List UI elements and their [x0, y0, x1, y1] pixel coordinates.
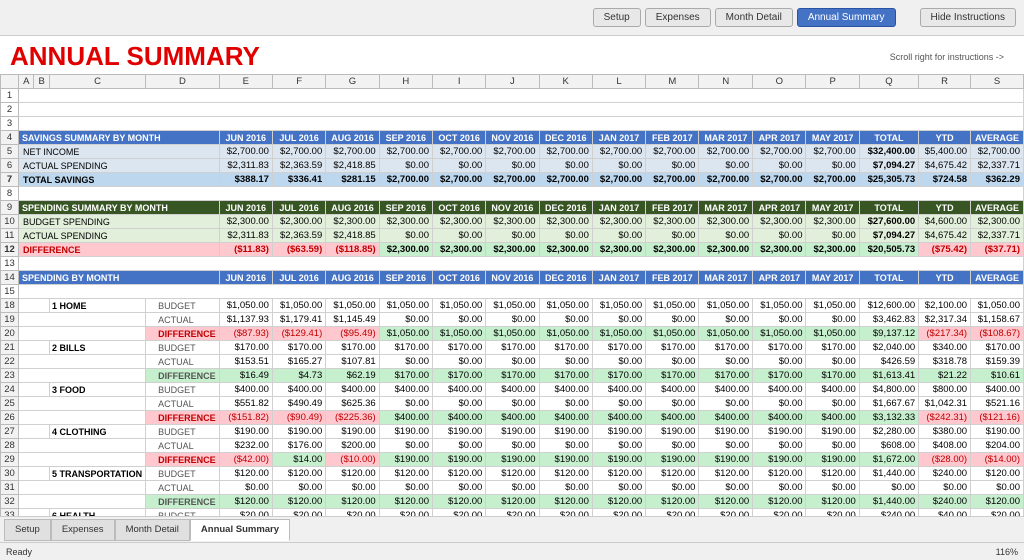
annual-summary-button[interactable]: Annual Summary [797, 8, 896, 27]
col-n: N [699, 75, 753, 89]
col-header-row: A B C D E F G H I J K L M N O P Q R S [1, 75, 1024, 89]
col-c: C [49, 75, 145, 89]
col-j: J [486, 75, 539, 89]
col-rownum [1, 75, 19, 89]
food-actual-row: 25 ACTUAL $551.82 $490.49 $625.36 $0.00 … [1, 397, 1024, 411]
bills-diff-row: 23 DIFFERENCE $16.49 $4.73 $62.19 $170.0… [1, 369, 1024, 383]
col-k: K [539, 75, 592, 89]
page-title: ANNUAL SUMMARY [10, 41, 260, 72]
col-m: M [646, 75, 699, 89]
col-f: F [272, 75, 325, 89]
row-15: 15 [1, 285, 1024, 299]
bills-budget-row: 21 2 BILLS BUDGET $170.00 $170.00 $170.0… [1, 341, 1024, 355]
row-3: 3 [1, 117, 1024, 131]
col-l: L [592, 75, 645, 89]
zoom-level: 116% [996, 547, 1018, 557]
col-a: A [19, 75, 34, 89]
spending-summary-section-header: SPENDING SUMMARY BY MONTH [19, 201, 220, 215]
tab-month-detail[interactable]: Month Detail [115, 519, 190, 541]
setup-button[interactable]: Setup [593, 8, 641, 27]
home-budget-row: 18 1 HOME BUDGET $1,050.00 $1,050.00 $1,… [1, 299, 1024, 313]
col-b: B [34, 75, 49, 89]
tab-setup[interactable]: Setup [4, 519, 51, 541]
spending-difference-row: 12 DIFFERENCE ($11.83) ($63.59) ($118.85… [1, 243, 1024, 257]
row-1: 1 [1, 89, 1024, 103]
row-8: 8 [1, 187, 1024, 201]
net-income-row: 5 NET INCOME $2,700.00 $2,700.00 $2,700.… [1, 145, 1024, 159]
spending-detail-header-row: 14 SPENDING BY MONTH JUN 2016 JUL 2016 A… [1, 271, 1024, 285]
spending-summary-header-row: 9 SPENDING SUMMARY BY MONTH JUN 2016 JUL… [1, 201, 1024, 215]
food-budget-row: 24 3 FOOD BUDGET $400.00 $400.00 $400.00… [1, 383, 1024, 397]
col-p: P [806, 75, 859, 89]
tab-annual-summary[interactable]: Annual Summary [190, 519, 290, 541]
transport-budget-row: 30 5 TRANSPORTATION BUDGET $120.00 $120.… [1, 467, 1024, 481]
total-savings-row: 7 TOTAL SAVINGS $388.17 $336.41 $281.15 … [1, 173, 1024, 187]
scroll-note: Scroll right for instructions -> [890, 52, 1014, 62]
col-h: H [379, 75, 432, 89]
col-e: E [219, 75, 272, 89]
actual-spending-summary-row: 11 ACTUAL SPENDING $2,311.83 $2,363.59 $… [1, 229, 1024, 243]
savings-section-header: SAVINGS SUMMARY BY MONTH [19, 131, 220, 145]
col-g: G [326, 75, 379, 89]
col-i: I [432, 75, 485, 89]
sheet-tabs: Setup Expenses Month Detail Annual Summa… [0, 516, 1024, 542]
clothing-diff-row: 29 DIFFERENCE ($42.00) $14.00 ($10.00) $… [1, 453, 1024, 467]
hide-instructions-button[interactable]: Hide Instructions [920, 8, 1016, 27]
status-bar: Ready 116% [0, 542, 1024, 560]
spending-detail-section-header: SPENDING BY MONTH [19, 271, 220, 285]
row-13: 13 [1, 257, 1024, 271]
nav-button-group: Setup Expenses Month Detail Annual Summa… [593, 8, 1016, 27]
data-table: A B C D E F G H I J K L M N O P Q R S 1 [0, 74, 1024, 516]
col-r: R [919, 75, 971, 89]
col-q: Q [859, 75, 918, 89]
clothing-actual-row: 28 ACTUAL $232.00 $176.00 $200.00 $0.00 … [1, 439, 1024, 453]
transport-actual-row: 31 ACTUAL $0.00 $0.00 $0.00 $0.00 $0.00 … [1, 481, 1024, 495]
home-diff-row: 20 DIFFERENCE ($87.93) ($129.41) ($95.49… [1, 327, 1024, 341]
food-diff-row: 26 DIFFERENCE ($151.82) ($90.49) ($225.3… [1, 411, 1024, 425]
month-detail-button[interactable]: Month Detail [715, 8, 793, 27]
spreadsheet-area: A B C D E F G H I J K L M N O P Q R S 1 [0, 74, 1024, 516]
ready-status: Ready [6, 547, 32, 557]
expenses-button[interactable]: Expenses [645, 8, 711, 27]
home-actual-row: 19 ACTUAL $1,137.93 $1,179.41 $1,145.49 … [1, 313, 1024, 327]
col-d: D [146, 75, 220, 89]
transport-diff-row: 32 DIFFERENCE $120.00 $120.00 $120.00 $1… [1, 495, 1024, 509]
col-s: S [971, 75, 1024, 89]
top-navigation: Setup Expenses Month Detail Annual Summa… [0, 0, 1024, 36]
tab-expenses[interactable]: Expenses [51, 519, 115, 541]
actual-spending-savings-row: 6 ACTUAL SPENDING $2,311.83 $2,363.59 $2… [1, 159, 1024, 173]
col-o: O [753, 75, 806, 89]
bills-actual-row: 22 ACTUAL $153.51 $165.27 $107.81 $0.00 … [1, 355, 1024, 369]
clothing-budget-row: 27 4 CLOTHING BUDGET $190.00 $190.00 $19… [1, 425, 1024, 439]
health-budget-row: 33 6 HEALTH BUDGET $20.00 $20.00 $20.00 … [1, 509, 1024, 517]
budget-spending-row: 10 BUDGET SPENDING $2,300.00 $2,300.00 $… [1, 215, 1024, 229]
savings-header-row: 4 SAVINGS SUMMARY BY MONTH JUN 2016 JUL … [1, 131, 1024, 145]
row-2: 2 [1, 103, 1024, 117]
